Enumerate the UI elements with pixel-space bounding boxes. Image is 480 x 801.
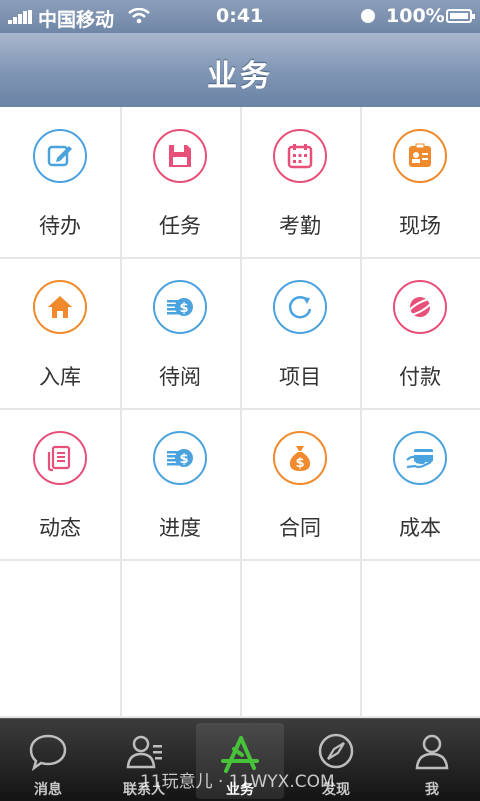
alarm-clock-icon [361,9,375,23]
house-icon [33,280,87,334]
document-icon [33,431,87,485]
coins-icon: $ [153,280,207,334]
coins-icon: $ [153,431,207,485]
grid-item-news[interactable]: 动态 [0,409,120,560]
grid-item-label: 任务 [159,214,201,238]
status-bar: 中国移动 0:41 100% [0,0,480,33]
tab-label: 我 [425,782,439,798]
id-card-icon [393,129,447,183]
money-bag-icon: $ [273,431,327,485]
grid-item-label: 考勤 [279,214,321,238]
grid-item-label: 待办 [39,214,81,238]
person-icon [415,734,449,770]
grid-item-task[interactable]: 任务 [120,107,240,258]
grid-item-todo[interactable]: 待办 [0,107,120,258]
carrier-name: 中国移动 [38,9,115,31]
grid-item-label: 待阅 [159,365,201,389]
grid-item-label: 进度 [159,516,201,540]
grid-item-to-read[interactable]: $ 待阅 [120,258,240,409]
grid-item-cost[interactable]: 成本 [360,409,480,560]
grid-item-label: 成本 [399,516,441,540]
tab-messages[interactable]: 消息 [0,719,96,801]
svg-text:$: $ [295,456,304,471]
grid-item-label: 现场 [399,214,441,238]
watermark-text: 11玩意儿 · 11WYX.COM [140,772,335,792]
tab-label: 消息 [34,782,62,798]
grid-item-warehousing[interactable]: 入库 [0,258,120,409]
page-title: 业务 [207,59,273,94]
calendar-icon [273,129,327,183]
grid-item-label: 项目 [279,365,321,389]
grid-item-label: 合同 [279,516,321,540]
chat-bubble-icon [29,734,67,772]
planet-icon [393,280,447,334]
tab-me[interactable]: 我 [384,719,480,801]
grid-item-progress[interactable]: $ 进度 [120,409,240,560]
grid-item-site[interactable]: 现场 [360,107,480,258]
credit-card-icon [393,431,447,485]
navigation-bar: 业务 [0,33,480,108]
refresh-icon [273,280,327,334]
business-grid: 待办 任务 考勤 现场 入库 $ 待阅 项目 付款 动态 $ 进度 $ 合同 成… [0,107,480,718]
grid-item-contract[interactable]: $ 合同 [240,409,360,560]
battery-icon [446,9,475,23]
grid-item-label: 动态 [39,516,81,540]
grid-item-attendance[interactable]: 考勤 [240,107,360,258]
battery-percent: 100% [386,5,445,27]
grid-item-label: 入库 [39,365,81,389]
svg-text:$: $ [179,301,188,316]
svg-text:$: $ [179,452,188,467]
signal-icon [8,10,34,24]
status-time: 0:41 [216,5,264,27]
floppy-icon [153,129,207,183]
grid-item-payment[interactable]: 付款 [360,258,480,409]
tab-bar: 消息 联系人 业务 发现 我 11玩意儿 · 11WYX.COM [0,718,480,801]
wifi-icon [128,8,150,24]
edit-icon [33,129,87,183]
grid-item-project[interactable]: 项目 [240,258,360,409]
grid-item-label: 付款 [399,365,441,389]
